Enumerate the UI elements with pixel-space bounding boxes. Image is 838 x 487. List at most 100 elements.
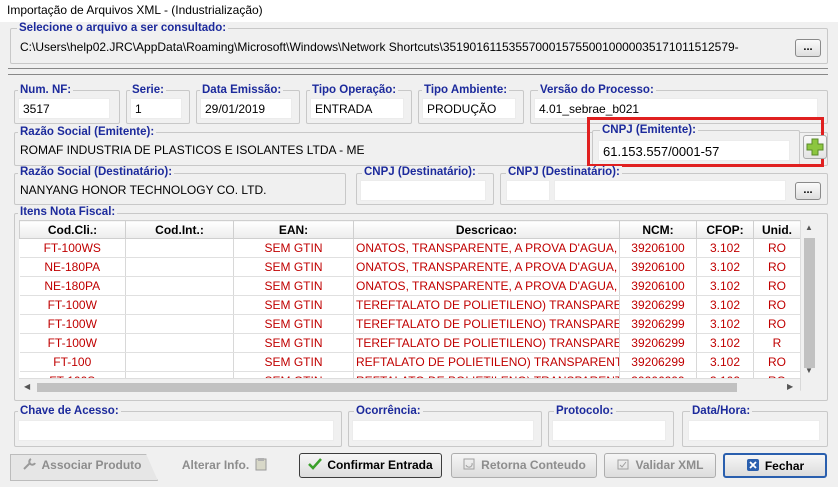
cell-ean: SEM GTIN [233,257,354,277]
cell-cod-int [125,295,234,315]
column-header[interactable]: Unid. [753,220,801,239]
tipo-operacao-field[interactable]: ENTRADA [310,98,404,119]
refresh-document-icon [463,458,475,470]
column-header[interactable]: Descricao: [353,220,620,239]
table-row[interactable]: FT-100 SEM GTIN REFTALATO DE POLIETILENO) … [19,352,801,372]
alterar-info-button[interactable]: Alterar Info. [160,454,290,479]
column-header[interactable]: Cod.Cli.: [19,220,126,239]
divider-top [8,68,828,69]
table-row[interactable]: FT-100W SEM GTIN TEREFTALATO DE POLIETILEN… [19,333,801,353]
table-row[interactable]: NE-180PA SEM GTIN ONATOS, TRANSPARENTE, A … [19,257,801,277]
cell-ean: SEM GTIN [233,352,354,372]
data-emissao-label: Data Emissão: [200,84,284,96]
table-row[interactable]: FT-100WS SEM GTIN ONATOS, TRANSPARENTE, A … [19,238,801,258]
cell-cfop: 3.102 [696,238,754,258]
associar-produto-label: Associar Produto [41,458,142,472]
fechar-button[interactable]: Fechar [723,453,827,478]
fechar-label: Fechar [764,459,805,473]
scroll-left-icon[interactable]: ◀ [24,382,30,391]
cell-unid: RO [753,276,801,296]
num-nf-label: Num. NF: [18,84,74,96]
cell-cod-cli: FT-100WS [19,238,126,258]
cnpj-dest1-label: CNPJ (Destinatário): [362,166,478,178]
column-header[interactable]: Cod.Int.: [125,220,234,239]
validar-xml-label: Validar XML [635,458,704,472]
table-row[interactable]: FT-100W SEM GTIN TEREFTALATO DE POLIETILEN… [19,295,801,315]
wrench-icon [23,458,37,470]
razao-destinatario-label: Razão Social (Destinatário): [18,166,175,178]
cell-cod-cli: FT-100 [19,352,126,372]
datahora-label: Data/Hora: [690,405,753,417]
cell-ean: SEM GTIN [233,295,354,315]
horizontal-scroll-thumb[interactable] [37,383,737,392]
vertical-scroll-thumb[interactable] [804,238,815,368]
cell-cod-int [125,333,234,353]
ocorrencia-field[interactable] [352,420,534,441]
retorna-conteudo-label: Retorna Conteudo [481,458,586,472]
cnpj-dest1-field[interactable] [360,180,486,201]
cell-ean: SEM GTIN [233,333,354,353]
cell-ncm: 39206299 [619,352,697,372]
validar-xml-button[interactable]: Validar XML [604,453,716,478]
column-header[interactable]: EAN: [233,220,354,239]
table-row[interactable]: FT-100W SEM GTIN TEREFTALATO DE POLIETILEN… [19,314,801,334]
scroll-right-icon[interactable]: ▶ [787,382,793,391]
cell-cod-cli: FT-100W [19,295,126,315]
versao-field[interactable]: 4.01_sebrae_b021 [534,98,818,119]
data-emissao-field[interactable]: 29/01/2019 [200,98,292,119]
cell-descricao: ONATOS, TRANSPARENTE, A PROVA D'AGUA, I [353,276,620,296]
tipo-ambiente-label: Tipo Ambiente: [422,84,510,96]
cell-descricao: ONATOS, TRANSPARENTE, A PROVA D'AGUA, I [353,238,620,258]
vertical-scrollbar[interactable]: ▲ ▼ [800,220,818,378]
protocolo-label: Protocolo: [554,405,616,417]
horizontal-scrollbar[interactable]: ◀ ▶ [19,378,800,396]
itens-table[interactable]: Cod.Cli.: Cod.Int.: EAN: Descricao: NCM:… [19,220,801,391]
cell-unid: RO [753,257,801,277]
clipboard-icon [255,458,267,471]
datahora-field[interactable] [688,420,820,441]
serie-field[interactable]: 1 [130,98,182,119]
cell-descricao: TEREFTALATO DE POLIETILENO) TRANSPARENT [353,333,620,353]
scroll-down-icon[interactable]: ▼ [805,366,813,375]
table-row[interactable]: NE-180PA SEM GTIN ONATOS, TRANSPARENTE, A … [19,276,801,296]
cell-ncm: 39206100 [619,276,697,296]
associar-produto-button[interactable]: Associar Produto [12,454,152,479]
confirmar-entrada-label: Confirmar Entrada [327,458,433,472]
cnpj-dest2-field[interactable] [554,180,786,201]
razao-destinatario-field[interactable]: NANYANG HONOR TECHNOLOGY CO. LTD. [16,180,340,201]
protocolo-field[interactable] [552,420,666,441]
column-header[interactable]: CFOP: [696,220,754,239]
cell-ean: SEM GTIN [233,314,354,334]
cell-cfop: 3.102 [696,295,754,315]
versao-label: Versão do Processo: [538,84,656,96]
cell-cfop: 3.102 [696,276,754,296]
validate-icon [617,459,629,470]
razao-emitente-field[interactable]: ROMAF INDUSTRIA DE PLASTICOS E ISOLANTES… [16,140,586,161]
cell-cod-cli: FT-100W [19,314,126,334]
highlight-box [587,117,824,167]
file-browse-button[interactable]: ... [795,39,821,57]
confirmar-entrada-button[interactable]: Confirmar Entrada [299,453,442,478]
tipo-ambiente-field[interactable]: PRODUÇÃO [422,98,516,119]
retorna-conteudo-button[interactable]: Retorna Conteudo [451,453,597,478]
cell-unid: RO [753,352,801,372]
cell-descricao: REFTALATO DE POLIETILENO) TRANSPARENTE [353,352,620,372]
chave-field[interactable] [18,420,334,441]
cell-cod-int [125,276,234,296]
destinatario-browse-button[interactable]: ... [795,182,821,200]
column-header[interactable]: NCM: [619,220,697,239]
add-button[interactable] [803,135,827,159]
scroll-up-icon[interactable]: ▲ [805,223,813,232]
cell-ncm: 39206299 [619,333,697,353]
cell-cfop: 3.102 [696,352,754,372]
cell-ean: SEM GTIN [233,276,354,296]
cnpj-dest2-field-a[interactable] [506,180,550,201]
serie-label: Serie: [130,84,166,96]
cell-cfop: 3.102 [696,314,754,334]
cell-unid: R [753,333,801,353]
title-bar: Importação de Arquivos XML - (Industrial… [0,0,838,23]
file-path-field[interactable]: C:\Users\help02.JRC\AppData\Roaming\Micr… [16,37,790,58]
tipo-operacao-label: Tipo Operação: [310,84,399,96]
num-nf-field[interactable]: 3517 [18,98,110,119]
cell-descricao: TEREFTALATO DE POLIETILENO) TRANSPARENT [353,314,620,334]
